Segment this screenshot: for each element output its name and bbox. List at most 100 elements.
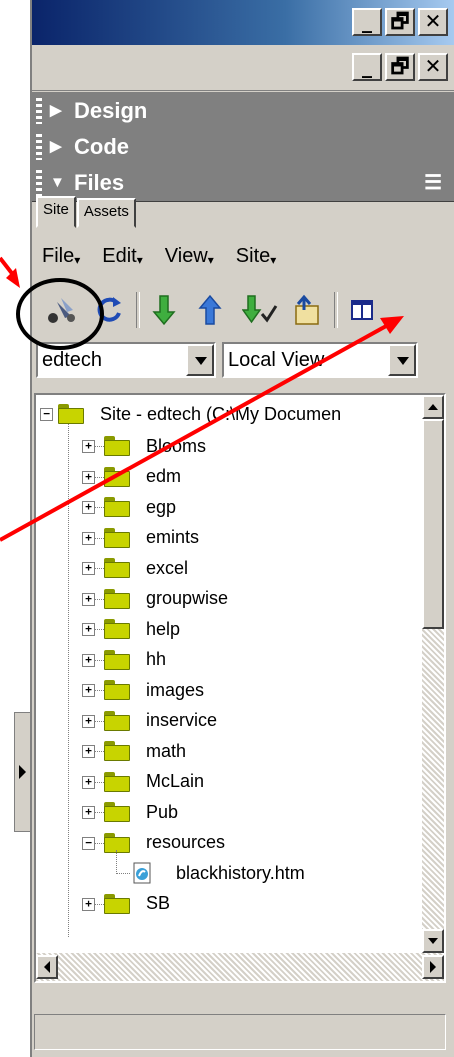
horizontal-scrollbar[interactable] [36, 953, 444, 981]
site-select[interactable]: edtech [36, 342, 216, 378]
check-out-button[interactable] [242, 292, 278, 328]
tree-item-label: blackhistory.htm [176, 862, 305, 883]
tree-item-label: groupwise [146, 588, 229, 608]
doc-restore-button[interactable]: 🗗 [385, 53, 415, 81]
connect-button[interactable] [44, 292, 80, 328]
menu-file[interactable]: File [42, 245, 80, 268]
chevron-down-icon[interactable] [186, 344, 214, 376]
tree-item-label: hh [146, 649, 167, 669]
connect-icon [48, 298, 75, 323]
tree-folder-item[interactable]: + help [36, 614, 180, 644]
tree-folder-item[interactable]: + SB [36, 889, 170, 919]
grip-icon [36, 98, 42, 124]
tree-item-label: math [146, 740, 187, 761]
tree-folder-item[interactable]: + egp [36, 492, 176, 522]
tree-folder-item[interactable]: + math [36, 736, 186, 766]
left-margin [0, 0, 30, 1057]
status-bar [34, 1014, 446, 1050]
folder-icon [104, 710, 130, 731]
expand-arrow-icon: ▶ [50, 138, 62, 155]
tree-root-label: Site - edtech (C:\My Documen [100, 403, 342, 424]
tree-folder-item[interactable]: + McLain [36, 767, 204, 797]
panel-header-design[interactable]: ▶ Design [32, 92, 454, 130]
expand-arrow-icon: ▶ [50, 102, 62, 119]
collapse-icon[interactable]: − [40, 408, 53, 421]
check-in-icon [295, 294, 319, 325]
view-select-value: Local View [228, 349, 325, 371]
scroll-thumb[interactable] [422, 419, 444, 629]
tree-folder-item[interactable]: + Pub [36, 797, 178, 827]
tree-folder-item[interactable]: + edm [36, 462, 181, 492]
tree-folder-item[interactable]: + groupwise [36, 584, 228, 614]
put-files-icon [198, 294, 222, 325]
folder-icon [104, 436, 130, 456]
menu-view[interactable]: View [165, 245, 214, 268]
panel-header-code[interactable]: ▶ Code [32, 128, 454, 166]
files-menubar: File Edit View Site [42, 245, 276, 268]
tree-folder-item[interactable]: + excel [36, 553, 188, 583]
folder-icon [104, 497, 130, 517]
grip-icon [36, 134, 42, 160]
get-files-icon [152, 295, 176, 326]
tree-folder-item[interactable]: + inservice [36, 706, 217, 736]
panel-header-label: Design [74, 98, 148, 123]
refresh-button[interactable] [92, 292, 128, 328]
check-in-button[interactable] [290, 292, 326, 328]
panel-header-label: Code [74, 134, 129, 159]
panel-header-label: Files [74, 170, 125, 195]
tree-item-label: excel [146, 557, 189, 578]
left-arrow-icon [44, 961, 50, 973]
panel-collapse-handle[interactable] [14, 712, 30, 832]
files-toolbar [42, 288, 447, 332]
site-select-value: edtech [42, 349, 103, 371]
tree-folder-item[interactable]: + Blooms [36, 431, 206, 461]
menu-edit[interactable]: Edit [102, 245, 143, 268]
scroll-left-button[interactable] [36, 955, 58, 979]
folder-icon [104, 832, 130, 853]
tree-folder-item[interactable]: − resources [36, 828, 225, 858]
scroll-up-button[interactable] [422, 395, 444, 419]
scroll-down-button[interactable] [422, 929, 444, 953]
folder-icon [104, 771, 130, 792]
grip-icon [36, 170, 42, 196]
html-file-icon [133, 862, 151, 884]
tab-site[interactable]: Site [36, 196, 76, 228]
tree-file-item[interactable]: blackhistory.htm [36, 850, 305, 888]
options-menu-icon[interactable]: ☰ [424, 164, 442, 202]
folder-icon [104, 741, 130, 761]
tree-folder-item[interactable]: + emints [36, 523, 199, 553]
tree-item-label: McLain [146, 771, 205, 791]
expand-collapse-button[interactable] [344, 292, 380, 328]
folder-icon [104, 527, 130, 548]
menu-site[interactable]: Site [236, 245, 277, 268]
view-select[interactable]: Local View [222, 342, 418, 378]
tree-item-label: images [146, 679, 205, 700]
expand-icon [351, 300, 373, 320]
tree-item-label: edm [146, 466, 182, 486]
tree-root[interactable]: − Site - edtech (C:\My Documen [36, 399, 341, 429]
get-files-button[interactable] [146, 292, 182, 328]
site-file-tree: − Site - edtech (C:\My Documen + Blooms + e… [34, 393, 446, 983]
folder-icon [104, 466, 130, 487]
doc-close-button[interactable]: ✕ [418, 53, 448, 81]
scroll-right-button[interactable] [422, 955, 444, 979]
tab-assets[interactable]: Assets [76, 198, 136, 228]
window-title-bar: _ 🗗 ✕ [32, 0, 454, 45]
minimize-button[interactable]: _ [352, 8, 382, 36]
tree-folder-item[interactable]: + images [36, 675, 204, 705]
right-arrow-icon [430, 961, 436, 973]
restore-button[interactable]: 🗗 [385, 8, 415, 36]
tree-item-label: egp [146, 496, 177, 517]
down-arrow-icon [428, 938, 438, 944]
close-button[interactable]: ✕ [418, 8, 448, 36]
folder-icon [104, 680, 130, 700]
put-files-button[interactable] [192, 292, 228, 328]
panel-header-files[interactable]: ▼ Files ☰ [32, 164, 454, 202]
folder-icon [104, 619, 130, 639]
doc-minimize-button[interactable]: _ [352, 53, 382, 81]
chevron-down-icon[interactable] [388, 344, 416, 376]
vertical-scrollbar[interactable] [422, 395, 444, 953]
folder-icon [104, 802, 130, 822]
tree-folder-item[interactable]: + hh [36, 645, 166, 675]
tree-item-label: Blooms [146, 435, 207, 456]
